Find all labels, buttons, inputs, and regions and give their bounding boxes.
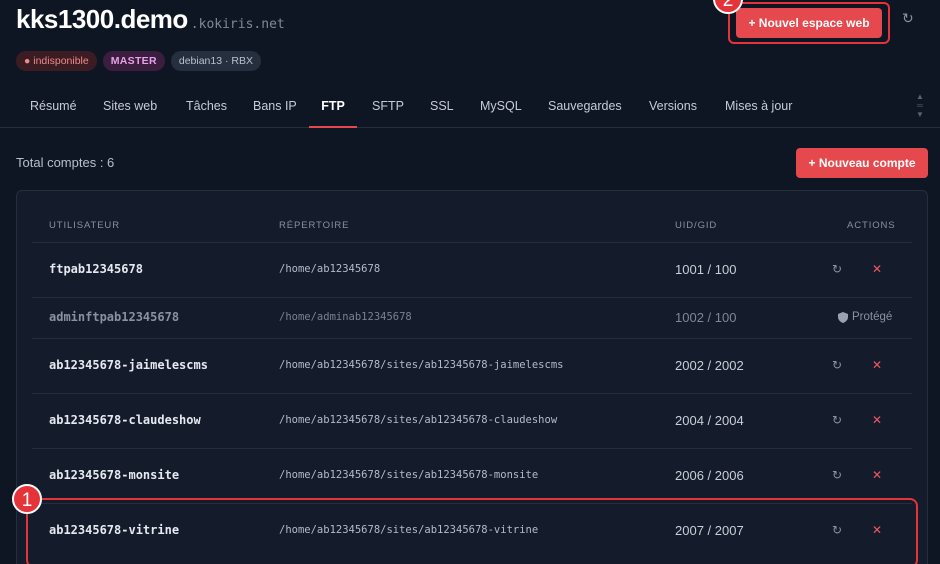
ftp-directory: /home/ab12345678 — [279, 263, 381, 275]
refresh-icon[interactable]: ↻ — [832, 468, 842, 482]
tab-resume[interactable]: Résumé — [30, 86, 77, 128]
row-divider — [32, 242, 912, 243]
shield-icon — [838, 311, 848, 323]
refresh-icon[interactable]: ↻ — [832, 413, 842, 427]
column-header-directory: RÉPERTOIRE — [279, 220, 350, 231]
highlight-new-site: + Nouvel espace web — [728, 2, 890, 44]
tab-ftp[interactable]: FTP — [309, 86, 357, 128]
refresh-icon[interactable]: ↻ — [902, 10, 914, 27]
ftp-username: ab12345678-jaimelescms — [49, 358, 208, 372]
ftp-directory: /home/adminab12345678 — [279, 311, 412, 323]
tab-sftp[interactable]: SFTP — [372, 86, 404, 128]
new-account-button[interactable]: + Nouveau compte — [796, 148, 928, 178]
total-accounts: Total comptes : 6 — [16, 155, 115, 170]
column-header-user: UTILISATEUR — [49, 220, 120, 231]
server-hostname: kks1300.demo — [16, 4, 188, 34]
row-divider — [32, 448, 912, 449]
close-icon[interactable]: ✕ — [872, 468, 882, 482]
server-domain: .kokiris.net — [190, 17, 285, 32]
ftp-directory: /home/ab12345678/sites/ab12345678-claude… — [279, 414, 558, 426]
ftp-username: adminftpab12345678 — [49, 310, 180, 324]
marker-1: 1 — [12, 484, 42, 514]
refresh-icon[interactable]: ↻ — [832, 262, 842, 276]
tab-bans-ip[interactable]: Bans IP — [253, 86, 297, 128]
role-badge: MASTER — [102, 51, 165, 71]
ftp-uid-gid: 2002 / 2002 — [675, 358, 744, 373]
status-badge: ● indisponible — [16, 51, 97, 71]
protected-badge: Protégé — [838, 311, 892, 323]
ftp-uid-gid: 1001 / 100 — [675, 262, 737, 277]
ftp-directory: /home/ab12345678/sites/ab12345678-monsit… — [279, 469, 539, 481]
new-web-space-button[interactable]: + Nouvel espace web — [736, 8, 882, 38]
row-divider — [32, 393, 912, 394]
ftp-uid-gid: 2006 / 2006 — [675, 468, 744, 483]
tab-sauvegardes[interactable]: Sauvegardes — [548, 86, 622, 128]
close-icon[interactable]: ✕ — [872, 262, 882, 276]
ftp-directory: /home/ab12345678/sites/ab12345678-jaimel… — [279, 359, 564, 371]
highlight-row-vitrine — [26, 498, 918, 564]
row-divider — [32, 297, 912, 298]
ftp-uid-gid: 2004 / 2004 — [675, 413, 744, 428]
ftp-username: ab12345678-monsite — [49, 468, 180, 482]
tab-sites-web[interactable]: Sites web — [103, 86, 157, 128]
tab-scroll-icon[interactable]: ▲ ═ ▼ — [913, 92, 927, 122]
tab-mysql[interactable]: MySQL — [480, 86, 522, 128]
tab-bar: Résumé Sites web Tâches Bans IP FTP SFTP… — [0, 86, 940, 128]
tab-mises-a-jour[interactable]: Mises à jour — [725, 86, 792, 128]
ftp-username: ftpab12345678 — [49, 262, 143, 276]
close-icon[interactable]: ✕ — [872, 413, 882, 427]
ftp-username: ab12345678-claudeshow — [49, 413, 201, 427]
row-divider — [32, 338, 912, 339]
protected-label: Protégé — [852, 311, 893, 323]
tab-ssl[interactable]: SSL — [430, 86, 454, 128]
refresh-icon[interactable]: ↻ — [832, 358, 842, 372]
tab-versions[interactable]: Versions — [649, 86, 697, 128]
close-icon[interactable]: ✕ — [872, 358, 882, 372]
column-header-uid: UID/GID — [675, 220, 718, 231]
ftp-uid-gid: 1002 / 100 — [675, 310, 737, 325]
server-badges: ● indisponible MASTER debian13 · RBX — [16, 51, 261, 71]
tab-taches[interactable]: Tâches — [186, 86, 227, 128]
server-title: kks1300.demo .kokiris.net — [16, 4, 285, 35]
column-header-actions: ACTIONS — [847, 220, 896, 231]
os-badge: debian13 · RBX — [170, 51, 261, 71]
